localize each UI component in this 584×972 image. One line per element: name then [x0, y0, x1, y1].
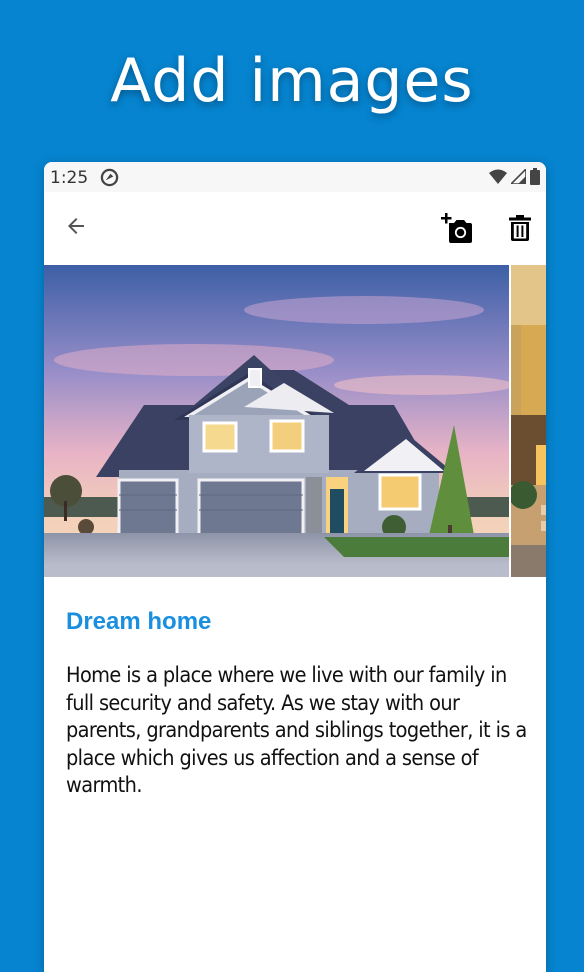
phone-screen: 1:25 Dream home Home is a place where we… — [44, 162, 546, 972]
wifi-icon — [489, 169, 507, 184]
house-photo[interactable] — [44, 265, 509, 577]
status-time: 1:25 — [50, 168, 89, 188]
toolbar — [44, 192, 546, 264]
trash-icon — [509, 215, 531, 241]
delete-button[interactable] — [504, 212, 536, 244]
promo-headline: Add images — [110, 46, 474, 116]
add-photo-camera-icon — [441, 213, 472, 243]
app-notification-icon — [100, 168, 119, 187]
signal-icon — [511, 169, 526, 184]
status-bar: 1:25 — [44, 162, 546, 192]
back-button[interactable] — [60, 210, 92, 242]
note-body[interactable]: Home is a place where we live with our f… — [66, 662, 528, 800]
battery-icon — [530, 168, 540, 185]
arrow-back-icon — [68, 218, 84, 234]
note-title[interactable]: Dream home — [66, 608, 211, 636]
status-icons — [489, 168, 540, 185]
add-photo-button[interactable] — [440, 212, 472, 244]
house-photo-2[interactable] — [511, 265, 546, 577]
image-carousel[interactable] — [44, 265, 546, 577]
